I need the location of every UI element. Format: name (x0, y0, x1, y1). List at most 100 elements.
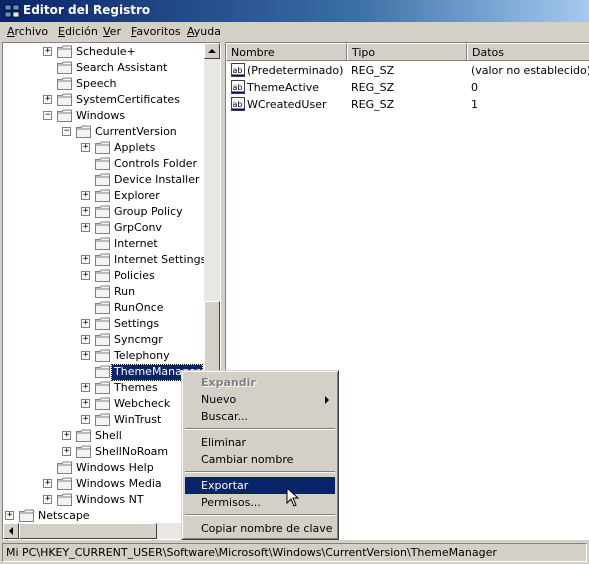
tree-item[interactable]: + Windows NT (3, 492, 203, 508)
tree-horizontal-scrollbar[interactable] (3, 523, 204, 539)
menu-favoritos[interactable]: Favoritos (131, 25, 181, 38)
tree-item-label[interactable]: Policies (112, 269, 157, 284)
tree-item[interactable]: + Group Policy (3, 204, 203, 220)
tree-item[interactable]: + Telephony (3, 348, 203, 364)
expand-icon[interactable]: + (81, 382, 90, 392)
tree-item[interactable]: Search Assistant (3, 60, 203, 76)
context-menu-item[interactable]: Copiar nombre de clave (185, 520, 335, 537)
tree-item[interactable]: + SystemCertificates (3, 92, 203, 108)
tree-item-label[interactable]: SystemCertificates (74, 93, 182, 108)
tree-item-label[interactable]: RunOnce (112, 301, 166, 316)
tree-item-label[interactable]: Windows NT (74, 493, 146, 508)
context-menu-item[interactable]: Permisos... (185, 494, 335, 511)
value-row[interactable]: ab (Predeterminado) REG_SZ (valor no establ… (226, 62, 589, 79)
menu-ayuda[interactable]: Ayuda (187, 25, 221, 38)
tree-item[interactable]: + Applets (3, 140, 203, 156)
tree-item[interactable]: + Netscape (3, 508, 203, 524)
value-row[interactable]: ab ThemeActive REG_SZ 0 (226, 79, 589, 96)
value-row[interactable]: ab WCreatedUser REG_SZ 1 (226, 96, 589, 113)
tree-item-label[interactable]: Themes (112, 381, 160, 396)
tree-item[interactable]: + ShellNoRoam (3, 444, 203, 460)
tree-item[interactable]: − Windows (3, 108, 203, 124)
tree-item[interactable]: Internet (3, 236, 203, 252)
tree-item-label[interactable]: Device Installer (112, 173, 202, 188)
tree-item[interactable]: + Settings (3, 316, 203, 332)
tree-item-label[interactable]: Windows (74, 109, 127, 124)
tree-item[interactable]: ThemeManager (3, 364, 204, 381)
collapse-icon[interactable]: − (62, 126, 71, 136)
tree-item-label[interactable]: ShellNoRoam (93, 445, 170, 460)
expand-icon[interactable]: + (81, 398, 90, 408)
tree-item-label[interactable]: Applets (112, 141, 157, 156)
tree-item-label[interactable]: WinTrust (112, 413, 163, 428)
tree-item-label[interactable]: Internet (112, 237, 160, 252)
column-header-tipo[interactable]: Tipo (347, 43, 467, 61)
expand-icon[interactable]: + (43, 46, 52, 56)
expand-icon[interactable]: + (81, 222, 90, 232)
context-menu-item[interactable]: Eliminar (185, 434, 335, 451)
tree-item[interactable]: Device Installer (3, 172, 203, 188)
expand-icon[interactable]: + (81, 318, 90, 328)
tree-item[interactable]: + WinTrust (3, 412, 203, 428)
tree-item-label[interactable]: Group Policy (112, 205, 185, 220)
expand-icon[interactable]: + (81, 414, 90, 424)
tree-item[interactable]: Windows Help (3, 460, 203, 476)
context-menu-item[interactable]: Cambiar nombre (185, 451, 335, 468)
tree-item-label[interactable]: Controls Folder (112, 157, 199, 172)
tree-item-label[interactable]: Netscape (36, 509, 92, 524)
expand-icon[interactable]: + (62, 430, 71, 440)
column-header-datos[interactable]: Datos (467, 43, 589, 61)
tree-item-label[interactable]: Run (112, 285, 137, 300)
tree-item-label[interactable]: Syncmgr (112, 333, 165, 348)
menu-archivo[interactable]: Archivo (7, 25, 48, 38)
expand-icon[interactable]: + (62, 446, 71, 456)
tree-item[interactable]: + GrpConv (3, 220, 203, 236)
tree-item-label[interactable]: Schedule+ (74, 45, 138, 60)
tree-item[interactable]: + Themes (3, 380, 203, 396)
tree-item[interactable]: + Webcheck (3, 396, 203, 412)
scroll-left-button[interactable] (3, 523, 19, 539)
expand-icon[interactable]: + (81, 334, 90, 344)
tree-item-label[interactable]: Webcheck (112, 397, 172, 412)
expand-icon[interactable]: + (5, 510, 14, 520)
collapse-icon[interactable]: − (43, 110, 52, 120)
tree-hscroll-thumb[interactable] (19, 523, 157, 539)
tree-item[interactable]: + Schedule+ (3, 44, 203, 60)
tree-item[interactable]: + Internet Settings (3, 252, 206, 268)
tree-item[interactable]: Run (3, 284, 203, 300)
expand-icon[interactable]: + (81, 350, 90, 360)
expand-icon[interactable]: + (43, 478, 52, 488)
tree-item-label[interactable]: Windows Help (74, 461, 156, 476)
expand-icon[interactable]: + (43, 494, 52, 504)
context-menu-item[interactable]: Buscar... (185, 408, 335, 425)
expand-icon[interactable]: + (81, 206, 90, 216)
tree-item-label[interactable]: Windows Media (74, 477, 164, 492)
tree-item-label[interactable]: Speech (74, 77, 119, 92)
tree-item[interactable]: + Syncmgr (3, 332, 203, 348)
title-bar[interactable]: Editor del Registro (0, 0, 589, 22)
tree-item[interactable]: + Policies (3, 268, 203, 284)
tree-item-label[interactable]: CurrentVersion (93, 125, 179, 140)
expand-icon[interactable]: + (81, 190, 90, 200)
scroll-up-button[interactable] (204, 43, 220, 59)
expand-icon[interactable]: + (43, 94, 52, 104)
context-menu-item[interactable]: Exportar (185, 477, 335, 494)
tree-item-label[interactable]: Shell (93, 429, 124, 444)
tree-item-label[interactable]: GrpConv (112, 221, 164, 236)
context-menu-item[interactable]: Nuevo (185, 391, 335, 408)
tree-item[interactable]: Speech (3, 76, 203, 92)
tree-item[interactable]: + Explorer (3, 188, 203, 204)
tree-item-label[interactable]: Settings (112, 317, 161, 332)
tree-item-label[interactable]: Explorer (112, 189, 162, 204)
expand-icon[interactable]: + (81, 142, 90, 152)
menu-edicion[interactable]: Edición (58, 25, 98, 38)
menu-ver[interactable]: Ver (103, 25, 121, 38)
tree-item-label[interactable]: Search Assistant (74, 61, 169, 76)
expand-icon[interactable]: + (81, 270, 90, 280)
tree-item[interactable]: + Windows Media (3, 476, 203, 492)
tree-item[interactable]: − CurrentVersion (3, 124, 203, 140)
tree-item-label[interactable]: Telephony (112, 349, 172, 364)
tree-item[interactable]: Controls Folder (3, 156, 203, 172)
tree-item[interactable]: + Shell (3, 428, 203, 444)
expand-icon[interactable]: + (81, 254, 90, 264)
